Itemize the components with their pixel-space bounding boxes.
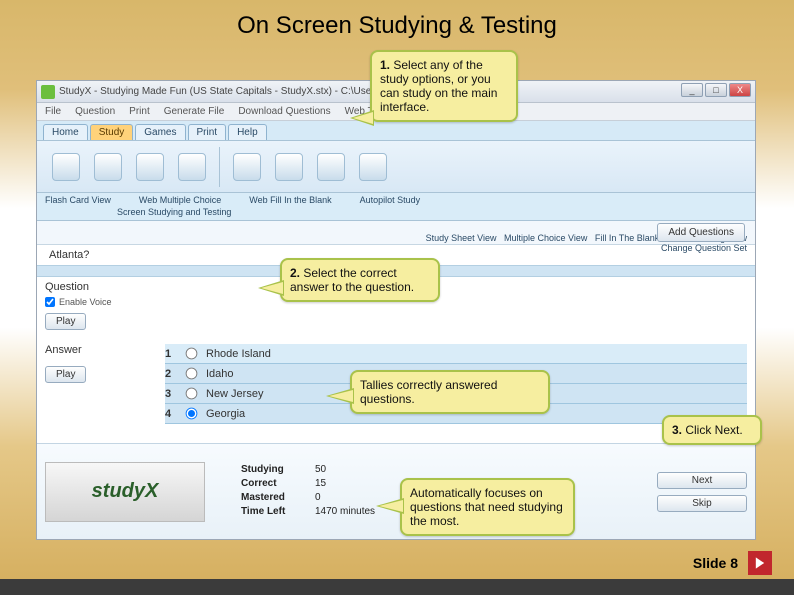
menu-download[interactable]: Download Questions <box>238 106 330 117</box>
tool-matching-icon[interactable] <box>352 153 394 181</box>
opt-webfib[interactable]: Web Fill In the Blank <box>249 195 331 205</box>
callout-tallies: Tallies correctly answered questions. <box>350 370 550 414</box>
answer-radio-4[interactable] <box>186 408 198 420</box>
studying-label: Studying <box>241 464 301 478</box>
tool-webfib-icon[interactable] <box>129 153 171 181</box>
callout-autofocus: Automatically focuses on questions that … <box>400 478 575 536</box>
callout-step3: 3. Click Next. <box>662 415 762 445</box>
timeleft-value: 1470 minutes <box>315 506 375 520</box>
enable-voice-text: Enable Voice <box>59 297 112 307</box>
menu-print[interactable]: Print <box>129 106 150 117</box>
answer-num: 4 <box>165 408 177 420</box>
callout-2-bold: 2. <box>290 266 300 280</box>
play-question-button[interactable]: Play <box>45 313 86 330</box>
close-button[interactable]: X <box>729 83 751 97</box>
tool-fibview-icon[interactable] <box>310 153 352 181</box>
answer-text: Georgia <box>206 408 245 420</box>
answer-text: New Jersey <box>206 388 263 400</box>
opt-studysheet[interactable]: Study Sheet View <box>426 233 497 243</box>
menu-file[interactable]: File <box>45 106 61 117</box>
question-side: Question Enable Voice Play <box>37 277 157 334</box>
callout-1-bold: 1. <box>380 58 390 72</box>
play-answer-button[interactable]: Play <box>45 366 86 383</box>
answer-row[interactable]: 1 Rhode Island <box>165 344 747 364</box>
next-button[interactable]: Next <box>657 472 747 489</box>
toolbar <box>37 141 755 193</box>
next-slide-button[interactable] <box>748 551 772 575</box>
slide-number: Slide 8 <box>693 555 738 571</box>
callout-5-text: Automatically focuses on questions that … <box>410 486 563 528</box>
callout-tail <box>376 498 404 514</box>
tab-games[interactable]: Games <box>135 124 185 140</box>
answer-radio-2[interactable] <box>186 368 198 380</box>
study-options-bar: Flash Card View Web Multiple Choice Web … <box>37 193 755 221</box>
tool-studysheet-icon[interactable] <box>226 153 268 181</box>
play-icon <box>753 556 767 570</box>
screen-study-sub: Screen Studying and Testing <box>117 207 231 217</box>
app-window: StudyX - Studying Made Fun (US State Cap… <box>36 80 756 540</box>
callout-step1: 1. Select any of the study options, or y… <box>370 50 518 122</box>
studyx-logo: studyX <box>45 462 205 522</box>
callout-1-text: Select any of the study options, or you … <box>380 58 497 114</box>
callout-4-text: Click Next. <box>682 423 743 437</box>
question-label: Question <box>45 281 149 293</box>
answer-side: Answer Play <box>37 340 157 428</box>
tool-autopilot-icon[interactable] <box>171 153 213 181</box>
slide-title: On Screen Studying & Testing <box>0 0 794 40</box>
tab-help[interactable]: Help <box>228 124 267 140</box>
tool-flashcard-icon[interactable] <box>45 153 87 181</box>
callout-tail <box>258 280 284 296</box>
correct-value: 15 <box>315 478 326 492</box>
answer-text: Rhode Island <box>206 348 271 360</box>
opt-autopilot[interactable]: Autopilot Study <box>360 195 421 205</box>
divider <box>219 147 220 187</box>
answer-num: 2 <box>165 368 177 380</box>
change-qset[interactable]: Change Question Set <box>426 243 747 253</box>
app-footer: studyX Studying 50 Correct 15 Mastered 0 Ti… <box>37 443 755 539</box>
enable-voice-checkbox[interactable]: Enable Voice <box>45 297 149 307</box>
opt-mcview[interactable]: Multiple Choice View <box>504 233 587 243</box>
tab-strip: Home Study Games Print Help <box>37 121 755 141</box>
answer-label: Answer <box>45 344 149 356</box>
add-questions-button[interactable]: Add Questions <box>657 223 745 242</box>
tool-mcview-icon[interactable] <box>268 153 310 181</box>
tool-webmc-icon[interactable] <box>87 153 129 181</box>
bottom-strip <box>0 579 794 595</box>
menu-question[interactable]: Question <box>75 106 115 117</box>
timeleft-label: Time Left <box>241 506 301 520</box>
answer-radio-3[interactable] <box>186 388 198 400</box>
answer-text: Idaho <box>206 368 234 380</box>
answer-num: 1 <box>165 348 177 360</box>
minimize-button[interactable]: _ <box>681 83 703 97</box>
callout-step2: 2. Select the correct answer to the ques… <box>280 258 440 302</box>
opt-webmc[interactable]: Web Multiple Choice <box>139 195 221 205</box>
correct-label: Correct <box>241 478 301 492</box>
tab-home[interactable]: Home <box>43 124 88 140</box>
callout-4-bold: 3. <box>672 423 682 437</box>
enable-voice-input[interactable] <box>45 297 55 307</box>
callout-tail <box>326 388 354 404</box>
opt-flashcard[interactable]: Flash Card View <box>45 195 111 205</box>
callout-tail <box>350 110 374 126</box>
tab-print[interactable]: Print <box>188 124 227 140</box>
app-icon <box>41 85 55 99</box>
skip-button[interactable]: Skip <box>657 495 747 512</box>
callout-3-text: Tallies correctly answered questions. <box>360 378 497 406</box>
tab-study[interactable]: Study <box>90 124 134 140</box>
answer-num: 3 <box>165 388 177 400</box>
mastered-value: 0 <box>315 492 321 506</box>
callout-2-text: Select the correct answer to the questio… <box>290 266 414 294</box>
mastered-label: Mastered <box>241 492 301 506</box>
studying-value: 50 <box>315 464 326 478</box>
answer-radio-1[interactable] <box>186 348 198 360</box>
maximize-button[interactable]: □ <box>705 83 727 97</box>
menu-generate[interactable]: Generate File <box>164 106 225 117</box>
